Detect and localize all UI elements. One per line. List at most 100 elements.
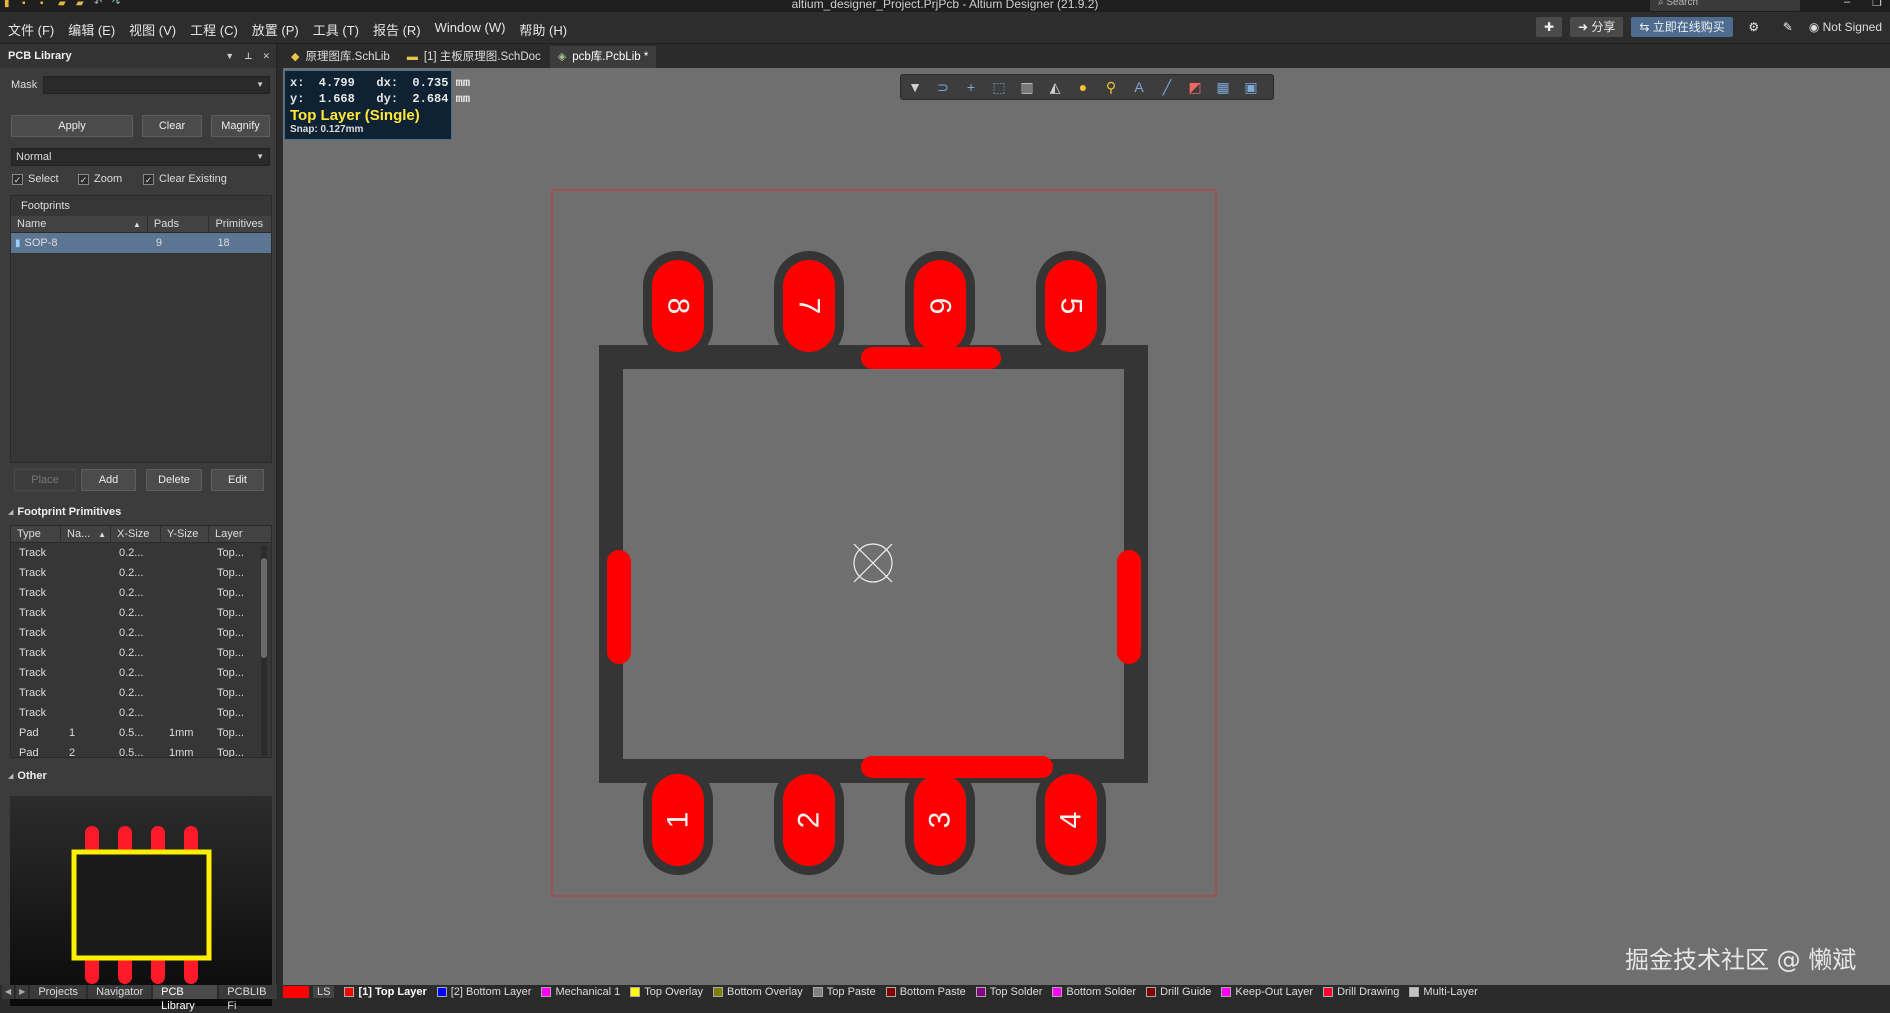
share-button[interactable]: ➜ 分享 xyxy=(1570,17,1624,37)
column-primitives[interactable]: Primitives xyxy=(209,216,271,232)
magnify-button[interactable]: Magnify xyxy=(211,115,270,137)
menu-item[interactable]: 文件 (F) xyxy=(8,20,54,39)
table-row[interactable]: Track 0.2... Top... xyxy=(11,643,271,663)
footprint-primitives-header[interactable]: ◢ Footprint Primitives xyxy=(8,506,121,518)
table-row[interactable]: Track 0.2... Top... xyxy=(11,623,271,643)
pad-3[interactable]: 3 xyxy=(905,765,975,875)
layer-set-button[interactable]: LS xyxy=(283,986,335,998)
layer-tab[interactable]: Top Paste xyxy=(812,986,876,998)
primitives-scrollbar[interactable] xyxy=(261,546,267,756)
layer-tab[interactable]: [1] Top Layer xyxy=(344,986,427,998)
tab-schlib[interactable]: ◆ 原理图库.SchLib xyxy=(283,46,398,68)
layer-tab[interactable]: Drill Drawing xyxy=(1323,986,1399,998)
delete-button[interactable]: Delete xyxy=(146,469,202,491)
layer-tab[interactable]: Top Overlay xyxy=(630,986,703,998)
pad-2[interactable]: 2 xyxy=(774,765,844,875)
layer-tab[interactable]: Bottom Paste xyxy=(885,986,966,998)
footprint-drawing[interactable]: 8 7 6 5 1 2 3 4 xyxy=(283,68,1890,985)
edit-button[interactable]: Edit xyxy=(211,469,264,491)
scroll-thumb[interactable] xyxy=(261,558,267,658)
layer-tab[interactable]: Top Solder xyxy=(975,986,1042,998)
pad-1[interactable]: 1 xyxy=(643,765,713,875)
table-row[interactable]: Track 0.2... Top... xyxy=(11,703,271,723)
other-section-header[interactable]: ◢ Other xyxy=(8,770,47,782)
table-row[interactable]: Pad 1 0.5... 1mm Top... xyxy=(11,723,271,743)
tab-pcblib-filter[interactable]: PCBLIB Fi xyxy=(219,985,277,1012)
layer-tab[interactable]: Bottom Overlay xyxy=(712,986,803,998)
layer-tab[interactable]: [2] Bottom Layer xyxy=(436,986,531,998)
select-rect-icon[interactable]: ⬚ xyxy=(985,74,1013,100)
table-row[interactable]: Track 0.2... Top... xyxy=(11,583,271,603)
column-x-size[interactable]: X-Size xyxy=(111,526,161,542)
table-row[interactable]: Pad 2 0.5... 1mm Top... xyxy=(11,743,271,757)
menu-item[interactable]: 工程 (C) xyxy=(190,20,238,39)
notifications-icon[interactable]: ✎ xyxy=(1775,17,1801,37)
table-row[interactable]: Track 0.2... Top... xyxy=(11,543,271,563)
pcb-canvas[interactable]: 8 7 6 5 1 2 3 4 xyxy=(283,68,1890,985)
column-pads[interactable]: Pads xyxy=(148,216,210,232)
panel-menu-icon[interactable]: ▼ xyxy=(225,51,234,62)
column-name[interactable]: Na... ▲ xyxy=(61,526,111,542)
pad-6[interactable]: 6 xyxy=(905,251,975,361)
column-name[interactable]: Name ▲ xyxy=(11,216,148,232)
pad-8[interactable]: 8 xyxy=(643,251,713,361)
search-input[interactable]: ⌕ Search xyxy=(1650,0,1800,11)
image-icon[interactable]: ▣ xyxy=(1237,74,1265,100)
clear-existing-checkbox[interactable]: ✓ Clear Existing xyxy=(143,173,227,185)
side-track-left[interactable] xyxy=(607,550,631,664)
select-checkbox[interactable]: ✓ Select xyxy=(12,173,59,185)
zoom-checkbox[interactable]: ✓ Zoom xyxy=(78,173,122,185)
menu-item[interactable]: 编辑 (E) xyxy=(68,20,115,39)
pad-7[interactable]: 7 xyxy=(774,251,844,361)
layer-tab[interactable]: Bottom Solder xyxy=(1052,986,1136,998)
top-track[interactable] xyxy=(861,347,1001,369)
clear-button[interactable]: Clear xyxy=(142,115,202,137)
user-account[interactable]: ◉ Not Signed xyxy=(1809,20,1882,34)
column-y-size[interactable]: Y-Size xyxy=(161,526,209,542)
pad-icon[interactable]: ● xyxy=(1069,74,1097,100)
align-icon[interactable]: ▥ xyxy=(1013,74,1041,100)
tab-pcb-library[interactable]: PCB Library xyxy=(153,985,218,1012)
eraser-icon[interactable]: ◭ xyxy=(1041,74,1069,100)
crosshair-icon[interactable]: + xyxy=(957,74,985,100)
interactive-routing-icon[interactable]: ⊃ xyxy=(929,74,957,100)
via-icon[interactable]: ⚲ xyxy=(1097,74,1125,100)
column-layer[interactable]: Layer xyxy=(209,526,271,542)
close-icon[interactable]: ✕ xyxy=(262,51,270,62)
menu-item[interactable]: 视图 (V) xyxy=(129,20,176,39)
tab-scroll-left-icon[interactable]: ◀ xyxy=(2,985,15,999)
restore-icon[interactable]: ❐ xyxy=(1872,0,1882,9)
pad-5[interactable]: 5 xyxy=(1036,251,1106,361)
pad-4[interactable]: 4 xyxy=(1036,765,1106,875)
tab-pcblib[interactable]: ◈ pcb库.PcbLib * xyxy=(549,46,657,68)
tab-schdoc[interactable]: ▬ [1] 主板原理图.SchDoc xyxy=(399,46,549,68)
tab-projects[interactable]: Projects xyxy=(30,985,87,999)
text-icon[interactable]: A xyxy=(1125,74,1153,100)
menu-item[interactable]: 报告 (R) xyxy=(373,20,421,39)
table-row[interactable]: Track 0.2... Top... xyxy=(11,603,271,623)
filter-icon[interactable]: ▼ xyxy=(901,74,929,100)
table-row[interactable]: Track 0.2... Top... xyxy=(11,683,271,703)
polygon-icon[interactable]: ◩ xyxy=(1181,74,1209,100)
add-button[interactable]: Add xyxy=(81,469,136,491)
menu-item[interactable]: Window (W) xyxy=(435,20,506,39)
mode-select[interactable]: Normal ▼ xyxy=(11,148,270,166)
table-row[interactable]: ▮ SOP-8 9 18 xyxy=(11,233,271,253)
bottom-track[interactable] xyxy=(861,756,1053,778)
layer-tab[interactable]: Drill Guide xyxy=(1146,986,1211,998)
pin-icon[interactable]: ⊥ xyxy=(244,51,252,62)
line-icon[interactable]: ╱ xyxy=(1153,74,1181,100)
table-row[interactable]: Track 0.2... Top... xyxy=(11,563,271,583)
column-type[interactable]: Type xyxy=(11,526,61,542)
layer-tab[interactable]: Mechanical 1 xyxy=(541,986,620,998)
feedback-icon[interactable]: ✚ xyxy=(1536,17,1562,37)
settings-gear-icon[interactable]: ⚙ xyxy=(1741,17,1767,37)
layer-tab[interactable]: Multi-Layer xyxy=(1409,986,1478,998)
buy-online-button[interactable]: ⇆ 立即在线购买 xyxy=(1631,17,1733,37)
tab-scroll-right-icon[interactable]: ▶ xyxy=(16,985,29,999)
menu-item[interactable]: 工具 (T) xyxy=(313,20,359,39)
apply-button[interactable]: Apply xyxy=(11,115,133,137)
table-row[interactable]: Track 0.2... Top... xyxy=(11,663,271,683)
menu-item[interactable]: 帮助 (H) xyxy=(519,20,567,39)
graph-icon[interactable]: ▦ xyxy=(1209,74,1237,100)
